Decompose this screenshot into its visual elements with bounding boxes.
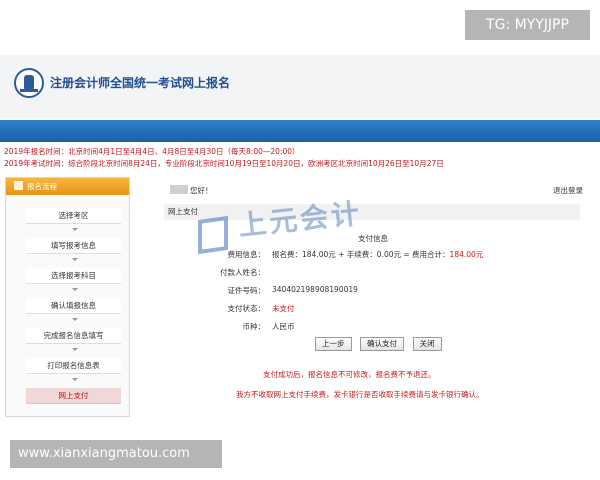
step-print-form[interactable]: 打印报名信息表 (26, 358, 121, 374)
chevron-down-icon (72, 378, 78, 381)
sidebar-heading: 报名流程 (6, 178, 129, 195)
payer-label: 付款人姓名： (220, 268, 265, 277)
status-value: 未支付 (272, 304, 295, 313)
redacted-name (170, 185, 188, 194)
prev-step-button[interactable]: 上一步 (315, 337, 352, 351)
step-confirm-info[interactable]: 确认填报信息 (26, 298, 121, 314)
cicpa-logo-icon (14, 68, 44, 98)
chevron-down-icon (72, 228, 78, 231)
brand-logo-icon (198, 215, 228, 255)
logout-link[interactable]: 退出登录 (553, 185, 583, 196)
exam-time-notice: 2019年考试时间：综合阶段北京时间8月24日，专业阶段北京时间10月19日至1… (4, 159, 444, 168)
confirm-payment-button[interactable]: 确认支付 (360, 337, 405, 351)
currency-value: 人民币 (272, 322, 295, 331)
step-online-payment[interactable]: 网上支付 (26, 388, 121, 404)
watermark-tag-top: TG: MYYJJPP (465, 10, 590, 40)
chevron-down-icon (72, 348, 78, 351)
step-select-area[interactable]: 选择考区 (26, 208, 121, 224)
id-label: 证件号码： (227, 286, 266, 295)
fee-notice: 我方不收取网上支付手续费，发卡银行是否收取手续费请与发卡银行确认。 (236, 390, 484, 399)
nav-bar (0, 120, 600, 142)
currency-label: 币种： (242, 322, 266, 331)
flow-icon (14, 181, 23, 190)
status-label: 支付状态： (227, 304, 266, 313)
close-button[interactable]: 关闭 (412, 337, 442, 351)
button-group: 上一步 确认支付 关闭 (315, 337, 448, 351)
registration-time-notice: 2019年报名时间：北京时间4月1日至4月4日、4月8日至4月30日（每天8:0… (4, 147, 300, 156)
payment-warning: 支付成功后，报名信息不可修改，报名费不予退还。 (263, 370, 436, 379)
step-fill-info[interactable]: 填写报考信息 (26, 238, 121, 254)
chevron-down-icon (72, 258, 78, 261)
site-title: 注册会计师全国统一考试网上报名 (50, 76, 231, 90)
id-value: 340402198908190019 (272, 285, 358, 294)
watermark-tag-bottom: www.xianxiangmatou.com (10, 440, 222, 468)
greeting: 您好！ (170, 185, 213, 196)
process-sidebar: 报名流程 选择考区 填写报考信息 选择报考科目 确认填报信息 完成报名信息填写 … (5, 177, 130, 417)
brand-watermark: 上元会计 (198, 196, 398, 266)
chevron-down-icon (72, 318, 78, 321)
step-select-subjects[interactable]: 选择报考科目 (26, 268, 121, 284)
chevron-down-icon (72, 288, 78, 291)
step-complete-info[interactable]: 完成报名信息填写 (26, 328, 121, 344)
fee-total: 184.00元 (449, 250, 484, 259)
